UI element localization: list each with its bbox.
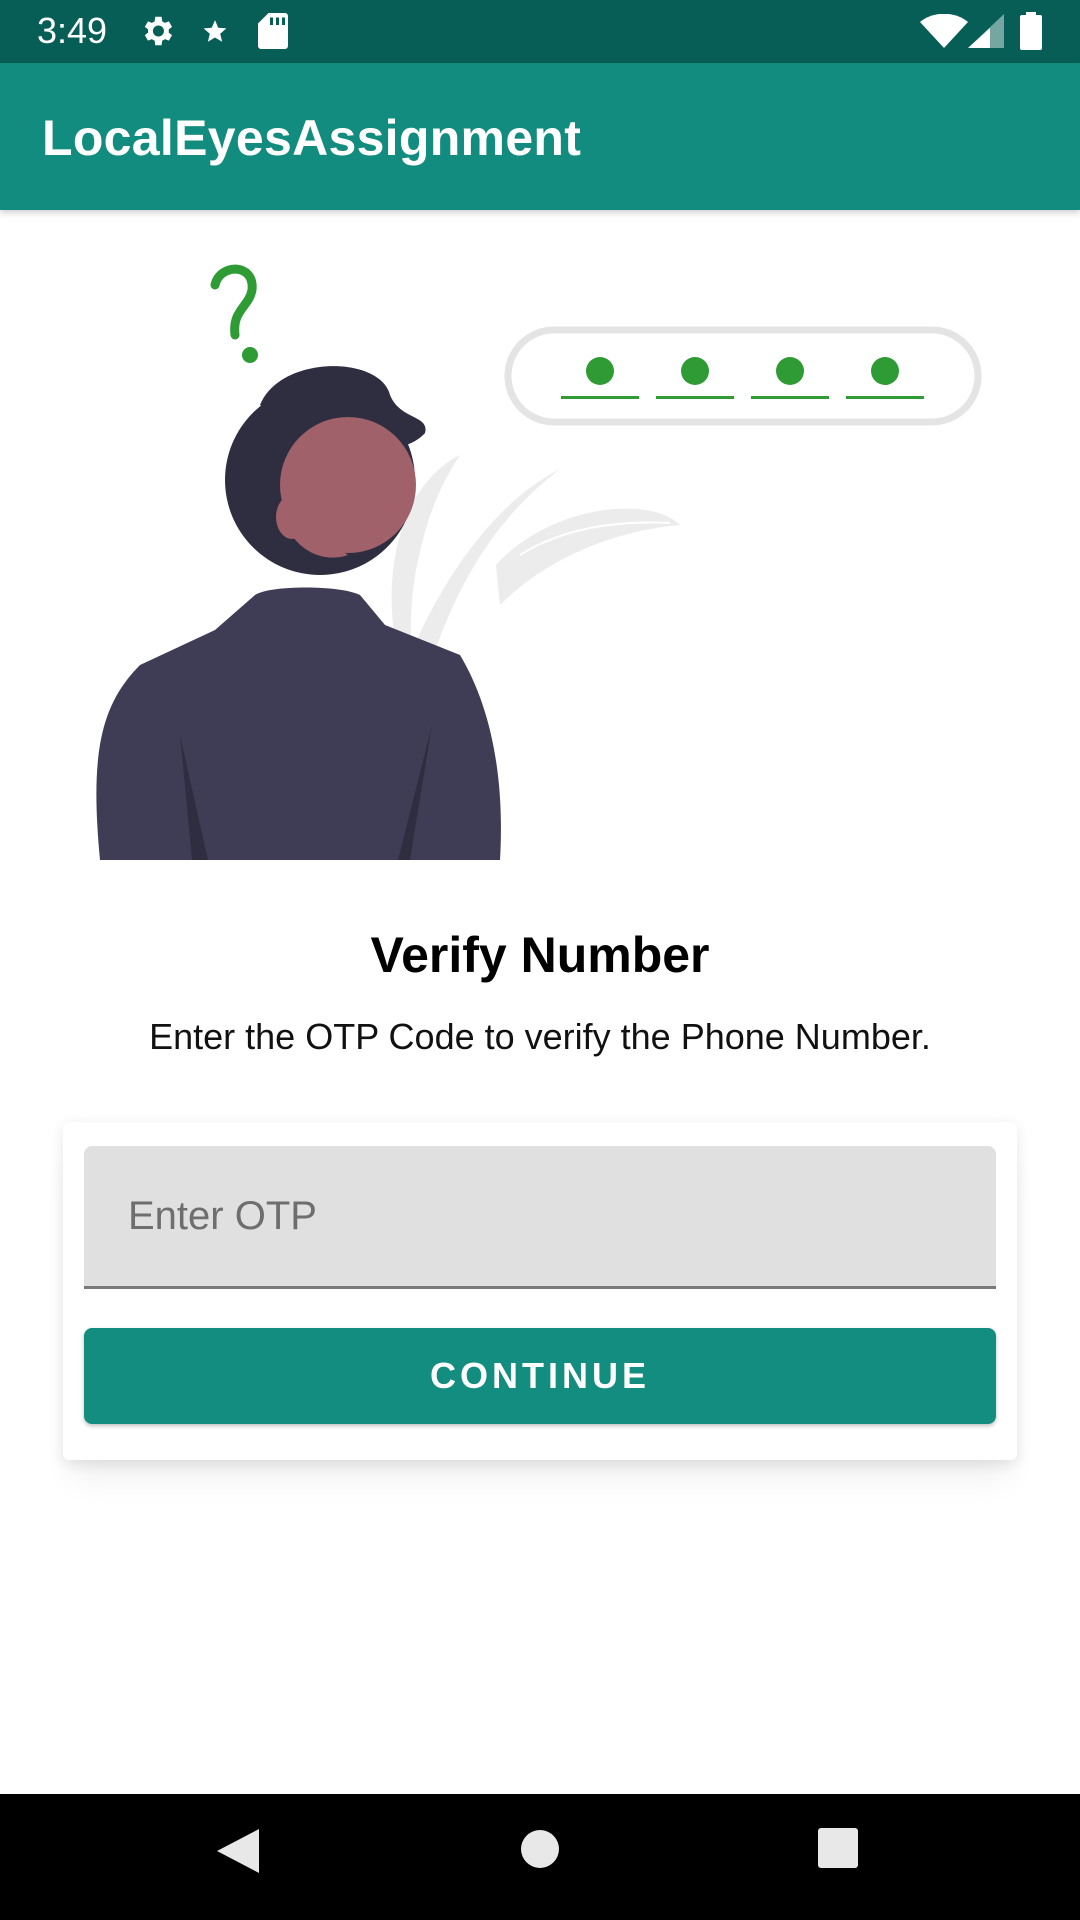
signal-icon [968, 14, 1004, 48]
instruction-text: Enter the OTP Code to verify the Phone N… [149, 1016, 931, 1057]
verification-illustration [96, 264, 982, 860]
home-icon[interactable] [519, 1828, 561, 1870]
settings-gear-icon [144, 16, 173, 46]
status-bar: 3:49 [0, 0, 1080, 63]
navigation-bar [0, 1794, 1080, 1920]
otp-pill-graphic [504, 326, 982, 426]
recents-icon[interactable] [818, 1828, 858, 1868]
plant-leaves [391, 455, 680, 665]
otp-input[interactable] [84, 1146, 996, 1286]
otp-card: CONTINUE [63, 1122, 1017, 1460]
wifi-icon [920, 14, 968, 48]
back-icon[interactable] [215, 1827, 259, 1875]
otp-field[interactable] [84, 1146, 996, 1289]
app-title: LocalEyesAssignment [42, 110, 582, 166]
sd-card-icon [258, 13, 288, 49]
app-bar: LocalEyesAssignment [0, 63, 1080, 210]
status-time: 3:49 [37, 10, 108, 51]
question-mark-icon [210, 264, 258, 363]
battery-icon [1020, 12, 1042, 50]
continue-button[interactable]: CONTINUE [84, 1328, 996, 1424]
star-icon [203, 20, 227, 42]
page-title: Verify Number [370, 927, 710, 983]
